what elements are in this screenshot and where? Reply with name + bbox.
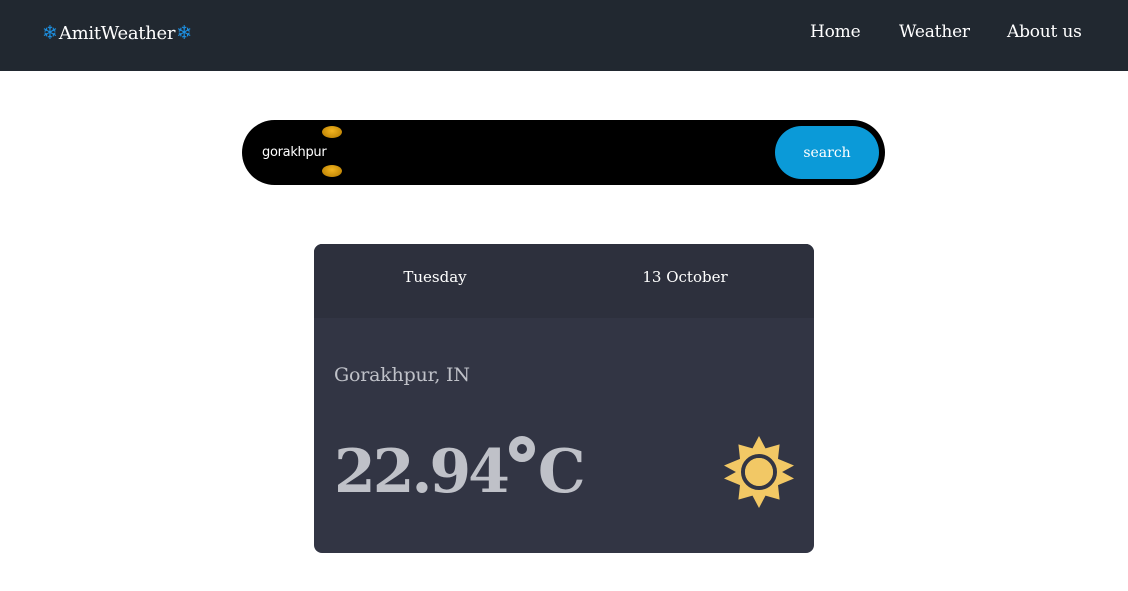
temperature-unit: C <box>537 437 586 507</box>
weather-card: Tuesday 13 October Gorakhpur, IN 22.94 C <box>314 244 814 553</box>
weather-location: Gorakhpur, IN <box>334 364 470 386</box>
weather-day: Tuesday <box>403 268 467 286</box>
text-cursor-bottom-icon <box>322 165 342 177</box>
search-button[interactable]: search <box>775 126 879 179</box>
snowflake-icon: ❄ <box>42 21 58 44</box>
search-bar: search <box>242 120 885 185</box>
temperature-value: 22.94 <box>334 437 510 507</box>
snowflake-icon: ❄ <box>176 21 193 44</box>
text-cursor-top-icon <box>322 126 342 138</box>
temperature-display: 22.94 C <box>334 432 586 512</box>
nav-link-home[interactable]: Home <box>810 22 861 42</box>
nav-link-about-us[interactable]: About us <box>1007 22 1082 42</box>
navbar: ❄ AmitWeather ❄ Home Weather About us <box>0 0 1128 71</box>
city-search-input[interactable] <box>262 140 342 165</box>
degree-icon <box>508 436 535 462</box>
weather-date: 13 October <box>642 268 728 286</box>
nav-link-weather[interactable]: Weather <box>899 22 970 42</box>
sun-icon <box>724 436 794 508</box>
brand-name: AmitWeather <box>58 22 176 44</box>
temperature-unit-group: C <box>507 432 586 512</box>
brand-logo[interactable]: ❄ AmitWeather ❄ <box>42 21 192 45</box>
weather-card-header: Tuesday 13 October <box>314 244 814 318</box>
sun-core <box>745 458 773 486</box>
